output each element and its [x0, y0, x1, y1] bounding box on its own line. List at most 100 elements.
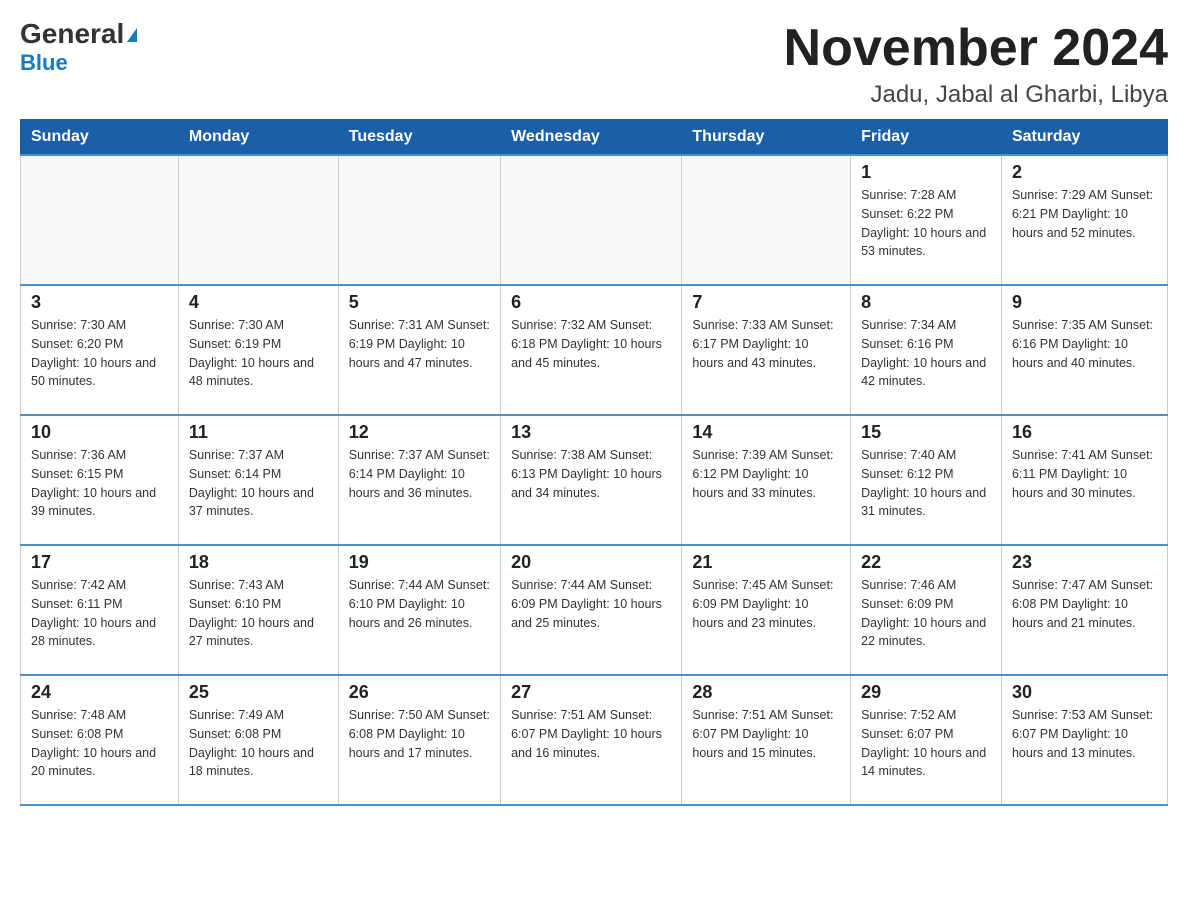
calendar-day-cell: 27 Sunrise: 7:51 AM Sunset: 6:07 PM Dayli… — [501, 675, 682, 805]
day-info: Sunrise: 7:40 AM Sunset: 6:12 PM Dayligh… — [861, 446, 991, 521]
calendar-week-row: 10 Sunrise: 7:36 AM Sunset: 6:15 PM Dayli… — [21, 415, 1168, 545]
calendar-day-cell — [501, 155, 682, 285]
calendar-day-cell: 17Sunrise: 7:42 AM Sunset: 6:11 PM Dayli… — [21, 545, 179, 675]
day-info: Sunrise: 7:52 AM Sunset: 6:07 PM Dayligh… — [861, 706, 991, 781]
day-of-week-header: Sunday — [21, 120, 179, 156]
calendar-day-cell: 28Sunrise: 7:51 AM Sunset: 6:07 PM Dayli… — [682, 675, 851, 805]
day-info: Sunrise: 7:28 AM Sunset: 6:22 PM Dayligh… — [861, 186, 991, 261]
day-number: 21 — [692, 552, 840, 573]
day-number: 14 — [692, 422, 840, 443]
page-header: General Blue November 2024 Jadu, Jabal a… — [20, 20, 1168, 109]
day-info: Sunrise: 7:48 AM Sunset: 6:08 PM Dayligh… — [31, 706, 168, 781]
day-info: Sunrise: 7:37 AM Sunset: 6:14 PM Dayligh… — [189, 446, 328, 521]
calendar-day-cell: 12 Sunrise: 7:37 AM Sunset: 6:14 PM Dayli… — [338, 415, 500, 545]
day-info: Sunrise: 7:44 AM Sunset: 6:09 PM Dayligh… — [511, 576, 671, 632]
calendar-day-cell: 29 Sunrise: 7:52 AM Sunset: 6:07 PM Dayli… — [851, 675, 1002, 805]
calendar-day-cell: 24 Sunrise: 7:48 AM Sunset: 6:08 PM Dayli… — [21, 675, 179, 805]
day-number: 6 — [511, 292, 671, 313]
day-number: 4 — [189, 292, 328, 313]
day-info: Sunrise: 7:53 AM Sunset: 6:07 PM Dayligh… — [1012, 706, 1157, 762]
days-of-week-row: SundayMondayTuesdayWednesdayThursdayFrid… — [21, 120, 1168, 156]
day-info: Sunrise: 7:51 AM Sunset: 6:07 PM Dayligh… — [511, 706, 671, 762]
calendar-table: SundayMondayTuesdayWednesdayThursdayFrid… — [20, 119, 1168, 806]
calendar-day-cell — [682, 155, 851, 285]
day-number: 27 — [511, 682, 671, 703]
day-of-week-header: Monday — [178, 120, 338, 156]
calendar-week-row: 24 Sunrise: 7:48 AM Sunset: 6:08 PM Dayli… — [21, 675, 1168, 805]
calendar-day-cell: 16Sunrise: 7:41 AM Sunset: 6:11 PM Dayli… — [1001, 415, 1167, 545]
day-info: Sunrise: 7:44 AM Sunset: 6:10 PM Dayligh… — [349, 576, 490, 632]
calendar-day-cell — [178, 155, 338, 285]
day-number: 25 — [189, 682, 328, 703]
day-number: 20 — [511, 552, 671, 573]
day-number: 3 — [31, 292, 168, 313]
day-number: 18 — [189, 552, 328, 573]
day-info: Sunrise: 7:30 AM Sunset: 6:19 PM Dayligh… — [189, 316, 328, 391]
calendar-day-cell: 2Sunrise: 7:29 AM Sunset: 6:21 PM Daylig… — [1001, 155, 1167, 285]
day-number: 8 — [861, 292, 991, 313]
day-number: 24 — [31, 682, 168, 703]
day-number: 28 — [692, 682, 840, 703]
day-info: Sunrise: 7:45 AM Sunset: 6:09 PM Dayligh… — [692, 576, 840, 632]
day-number: 19 — [349, 552, 490, 573]
calendar-header: SundayMondayTuesdayWednesdayThursdayFrid… — [21, 120, 1168, 156]
day-info: Sunrise: 7:29 AM Sunset: 6:21 PM Dayligh… — [1012, 186, 1157, 242]
day-number: 22 — [861, 552, 991, 573]
calendar-day-cell: 4 Sunrise: 7:30 AM Sunset: 6:19 PM Daylig… — [178, 285, 338, 415]
calendar-day-cell: 13Sunrise: 7:38 AM Sunset: 6:13 PM Dayli… — [501, 415, 682, 545]
calendar-day-cell: 22 Sunrise: 7:46 AM Sunset: 6:09 PM Dayli… — [851, 545, 1002, 675]
calendar-day-cell — [338, 155, 500, 285]
calendar-day-cell: 8Sunrise: 7:34 AM Sunset: 6:16 PM Daylig… — [851, 285, 1002, 415]
day-of-week-header: Saturday — [1001, 120, 1167, 156]
calendar-body: 1Sunrise: 7:28 AM Sunset: 6:22 PM Daylig… — [21, 155, 1168, 805]
calendar-day-cell: 21 Sunrise: 7:45 AM Sunset: 6:09 PM Dayli… — [682, 545, 851, 675]
day-number: 10 — [31, 422, 168, 443]
day-number: 17 — [31, 552, 168, 573]
calendar-day-cell — [21, 155, 179, 285]
calendar-day-cell: 18 Sunrise: 7:43 AM Sunset: 6:10 PM Dayli… — [178, 545, 338, 675]
calendar-day-cell: 30Sunrise: 7:53 AM Sunset: 6:07 PM Dayli… — [1001, 675, 1167, 805]
calendar-day-cell: 7 Sunrise: 7:33 AM Sunset: 6:17 PM Daylig… — [682, 285, 851, 415]
calendar-week-row: 17Sunrise: 7:42 AM Sunset: 6:11 PM Dayli… — [21, 545, 1168, 675]
day-info: Sunrise: 7:41 AM Sunset: 6:11 PM Dayligh… — [1012, 446, 1157, 502]
day-info: Sunrise: 7:47 AM Sunset: 6:08 PM Dayligh… — [1012, 576, 1157, 632]
day-info: Sunrise: 7:37 AM Sunset: 6:14 PM Dayligh… — [349, 446, 490, 502]
calendar-day-cell: 11 Sunrise: 7:37 AM Sunset: 6:14 PM Dayli… — [178, 415, 338, 545]
calendar-week-row: 3 Sunrise: 7:30 AM Sunset: 6:20 PM Daylig… — [21, 285, 1168, 415]
calendar-day-cell: 20 Sunrise: 7:44 AM Sunset: 6:09 PM Dayli… — [501, 545, 682, 675]
day-info: Sunrise: 7:36 AM Sunset: 6:15 PM Dayligh… — [31, 446, 168, 521]
calendar-day-cell: 6Sunrise: 7:32 AM Sunset: 6:18 PM Daylig… — [501, 285, 682, 415]
calendar-day-cell: 23Sunrise: 7:47 AM Sunset: 6:08 PM Dayli… — [1001, 545, 1167, 675]
calendar-day-cell: 26Sunrise: 7:50 AM Sunset: 6:08 PM Dayli… — [338, 675, 500, 805]
day-number: 29 — [861, 682, 991, 703]
logo: General Blue — [20, 20, 137, 76]
day-number: 12 — [349, 422, 490, 443]
day-number: 11 — [189, 422, 328, 443]
calendar-day-cell: 19 Sunrise: 7:44 AM Sunset: 6:10 PM Dayli… — [338, 545, 500, 675]
day-number: 15 — [861, 422, 991, 443]
day-info: Sunrise: 7:31 AM Sunset: 6:19 PM Dayligh… — [349, 316, 490, 372]
day-of-week-header: Wednesday — [501, 120, 682, 156]
calendar-day-cell: 10 Sunrise: 7:36 AM Sunset: 6:15 PM Dayli… — [21, 415, 179, 545]
day-info: Sunrise: 7:38 AM Sunset: 6:13 PM Dayligh… — [511, 446, 671, 502]
day-number: 26 — [349, 682, 490, 703]
logo-blue-text: Blue — [20, 50, 68, 76]
calendar-day-cell: 3 Sunrise: 7:30 AM Sunset: 6:20 PM Daylig… — [21, 285, 179, 415]
calendar-day-cell: 15 Sunrise: 7:40 AM Sunset: 6:12 PM Dayli… — [851, 415, 1002, 545]
day-of-week-header: Friday — [851, 120, 1002, 156]
day-of-week-header: Thursday — [682, 120, 851, 156]
day-info: Sunrise: 7:43 AM Sunset: 6:10 PM Dayligh… — [189, 576, 328, 651]
day-info: Sunrise: 7:39 AM Sunset: 6:12 PM Dayligh… — [692, 446, 840, 502]
day-info: Sunrise: 7:46 AM Sunset: 6:09 PM Dayligh… — [861, 576, 991, 651]
logo-general-text: General — [20, 20, 137, 48]
day-info: Sunrise: 7:35 AM Sunset: 6:16 PM Dayligh… — [1012, 316, 1157, 372]
calendar-title: November 2024 — [784, 20, 1168, 77]
title-block: November 2024 Jadu, Jabal al Gharbi, Lib… — [784, 20, 1168, 109]
day-info: Sunrise: 7:33 AM Sunset: 6:17 PM Dayligh… — [692, 316, 840, 372]
day-info: Sunrise: 7:49 AM Sunset: 6:08 PM Dayligh… — [189, 706, 328, 781]
day-number: 7 — [692, 292, 840, 313]
calendar-day-cell: 5Sunrise: 7:31 AM Sunset: 6:19 PM Daylig… — [338, 285, 500, 415]
calendar-day-cell: 14 Sunrise: 7:39 AM Sunset: 6:12 PM Dayli… — [682, 415, 851, 545]
day-info: Sunrise: 7:30 AM Sunset: 6:20 PM Dayligh… — [31, 316, 168, 391]
calendar-day-cell: 1Sunrise: 7:28 AM Sunset: 6:22 PM Daylig… — [851, 155, 1002, 285]
